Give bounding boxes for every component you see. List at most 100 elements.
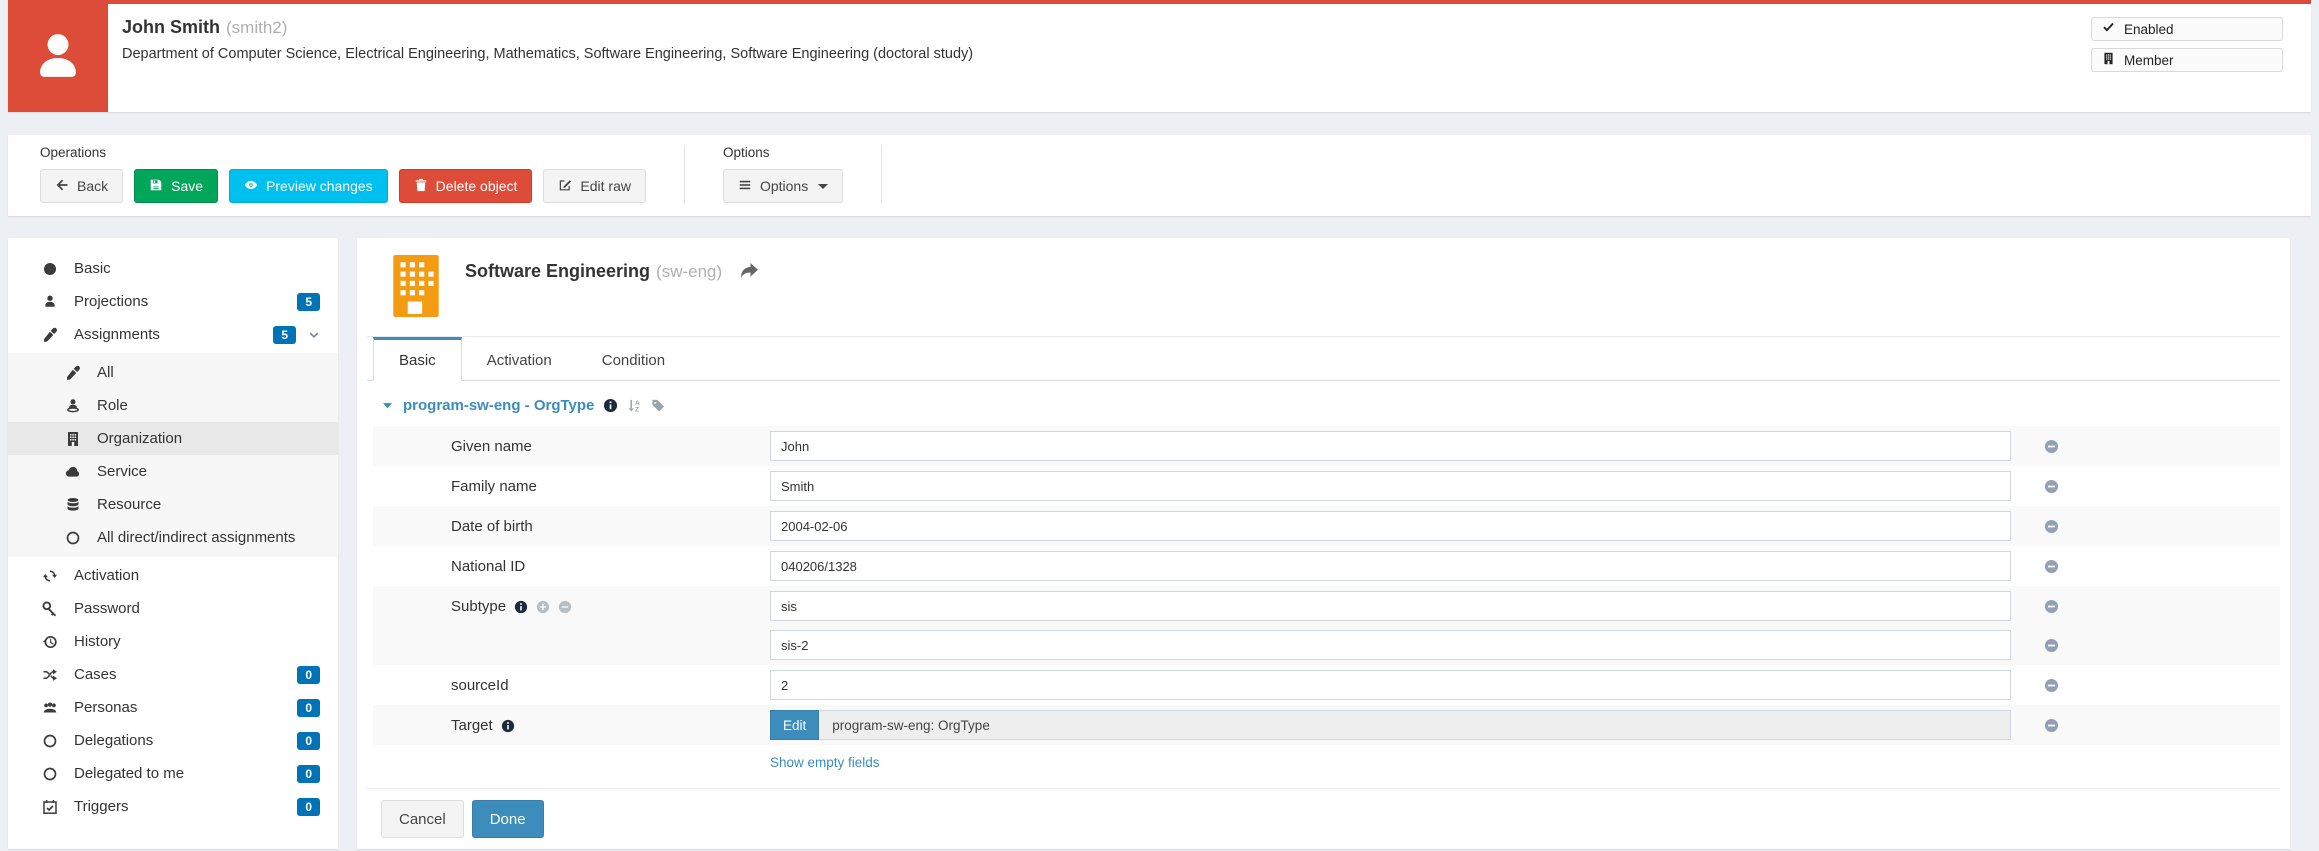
options-dropdown-label: Options xyxy=(759,178,809,194)
summary-text: John Smith (smith2) Department of Compute… xyxy=(108,4,2091,112)
tab-condition[interactable]: Condition xyxy=(577,337,690,380)
trash-icon xyxy=(414,178,428,195)
options-group: Options Options xyxy=(722,145,844,203)
save-button[interactable]: Save xyxy=(134,169,219,203)
count-badge: 0 xyxy=(297,731,320,750)
minus-circle-icon[interactable] xyxy=(2011,519,2091,534)
sidebar-item-service[interactable]: Service xyxy=(8,455,338,488)
date-of-birth-input[interactable] xyxy=(770,511,2011,541)
sidebar-item-basic[interactable]: Basic xyxy=(8,252,338,285)
user-display-name: John Smith xyxy=(122,17,220,37)
circle-outline-icon xyxy=(63,530,83,546)
cancel-button[interactable]: Cancel xyxy=(381,800,464,838)
field-label-text: Given name xyxy=(451,438,532,455)
given-name-input[interactable] xyxy=(770,431,2011,461)
sidebar-item-triggers[interactable]: Triggers 0 xyxy=(8,790,338,823)
key-icon xyxy=(40,600,60,617)
sidebar-item-role[interactable]: Role xyxy=(8,389,338,422)
sidebar-item-label: Password xyxy=(74,600,140,617)
minus-circle-icon[interactable] xyxy=(2011,638,2091,653)
assignment-header: Software Engineering (sw-eng) xyxy=(367,238,2280,336)
minus-circle-icon[interactable] xyxy=(2011,559,2091,574)
sidebar-item-cases[interactable]: Cases 0 xyxy=(8,658,338,691)
user-login: (smith2) xyxy=(226,18,288,37)
building-icon xyxy=(2102,52,2115,68)
member-badge: Member xyxy=(2091,48,2283,72)
minus-circle-icon[interactable] xyxy=(2011,678,2091,693)
options-dropdown-button[interactable]: Options xyxy=(722,169,844,203)
tag-icon[interactable] xyxy=(651,398,666,413)
sidebar-item-all-direct-indirect[interactable]: All direct/indirect assignments xyxy=(8,521,338,554)
field-label-text: Target xyxy=(451,717,493,734)
minus-circle-icon[interactable] xyxy=(2011,479,2091,494)
sidebar-item-label: Basic xyxy=(74,260,111,277)
tab-activation[interactable]: Activation xyxy=(462,337,577,380)
check-icon xyxy=(2102,21,2115,37)
sidebar-item-organization[interactable]: Organization xyxy=(8,422,338,455)
sidebar-item-label: History xyxy=(74,633,121,650)
family-name-input[interactable] xyxy=(770,471,2011,501)
subtype-input-2[interactable] xyxy=(770,630,2011,660)
sidebar-item-password[interactable]: Password xyxy=(8,592,338,625)
count-badge: 0 xyxy=(297,665,320,684)
info-icon[interactable] xyxy=(603,398,618,413)
minus-circle-icon[interactable] xyxy=(2011,718,2091,733)
count-badge: 0 xyxy=(297,698,320,717)
sidebar-item-delegations[interactable]: Delegations 0 xyxy=(8,724,338,757)
svg-text:Z: Z xyxy=(635,407,639,413)
member-badge-label: Member xyxy=(2124,52,2174,68)
minus-circle-icon[interactable] xyxy=(558,600,572,614)
assignment-footer: Cancel Done xyxy=(367,788,2280,849)
minus-circle-icon[interactable] xyxy=(2011,599,2091,614)
summary-tags: Enabled Member xyxy=(2091,4,2311,112)
sidebar-item-label: Assignments xyxy=(74,326,160,343)
sourceid-input[interactable] xyxy=(770,670,2011,700)
target-edit-button[interactable]: Edit xyxy=(770,710,820,740)
sidebar-item-delegated-to-me[interactable]: Delegated to me 0 xyxy=(8,757,338,790)
field-label-text: sourceId xyxy=(451,677,509,694)
national-id-input[interactable] xyxy=(770,551,2011,581)
show-empty-fields-link[interactable]: Show empty fields xyxy=(770,755,880,770)
tab-basic[interactable]: Basic xyxy=(373,337,462,381)
sidebar-item-activation[interactable]: Activation xyxy=(8,559,338,592)
caret-down-icon[interactable] xyxy=(381,399,394,412)
minus-circle-icon[interactable] xyxy=(2011,439,2091,454)
back-button[interactable]: Back xyxy=(40,169,124,203)
subtype-input-1[interactable] xyxy=(770,591,2011,621)
sidebar-item-label: Role xyxy=(97,397,128,414)
back-button-label: Back xyxy=(77,178,109,194)
edit-raw-button[interactable]: Edit raw xyxy=(543,169,646,203)
object-summary-panel: John Smith (smith2) Department of Compute… xyxy=(8,0,2311,112)
save-button-label: Save xyxy=(171,178,204,194)
chevron-down-icon xyxy=(308,329,320,341)
sidebar-item-resource[interactable]: Resource xyxy=(8,488,338,521)
sidebar-item-assignments[interactable]: Assignments 5 xyxy=(8,318,338,351)
sidebar-item-label: Cases xyxy=(74,666,117,683)
share-icon[interactable] xyxy=(738,261,760,285)
shuffle-icon xyxy=(40,667,60,683)
plus-circle-icon[interactable] xyxy=(536,600,550,614)
done-button[interactable]: Done xyxy=(471,800,544,838)
main-area: Basic Projections 5 Assignments 5 All Ro… xyxy=(8,238,2290,849)
sidebar-item-label: Resource xyxy=(97,496,162,513)
delete-object-button[interactable]: Delete object xyxy=(398,169,533,203)
sidebar-item-personas[interactable]: Personas 0 xyxy=(8,691,338,724)
sidebar-item-projections[interactable]: Projections 5 xyxy=(8,285,338,318)
sidebar-item-all[interactable]: All xyxy=(8,356,338,389)
cloud-icon xyxy=(63,464,83,480)
status-badge-label: Enabled xyxy=(2124,21,2174,37)
preview-changes-button[interactable]: Preview changes xyxy=(229,169,388,203)
field-label: National ID xyxy=(373,546,770,575)
section-header: program-sw-eng - OrgType AZ xyxy=(373,397,2280,414)
operations-group: Operations Back Save Preview changes Del… xyxy=(40,145,646,203)
sidebar-item-history[interactable]: History xyxy=(8,625,338,658)
info-icon[interactable] xyxy=(514,600,528,614)
circle-outline-icon xyxy=(40,766,60,782)
field-label: Target xyxy=(373,705,770,734)
tab-label: Condition xyxy=(601,351,666,369)
svg-text:A: A xyxy=(635,400,640,407)
info-icon[interactable] xyxy=(501,719,515,733)
field-label: Date of birth xyxy=(373,506,770,535)
assignment-title: Software Engineering (sw-eng) xyxy=(465,255,722,282)
sort-alpha-icon[interactable]: AZ xyxy=(627,398,642,413)
